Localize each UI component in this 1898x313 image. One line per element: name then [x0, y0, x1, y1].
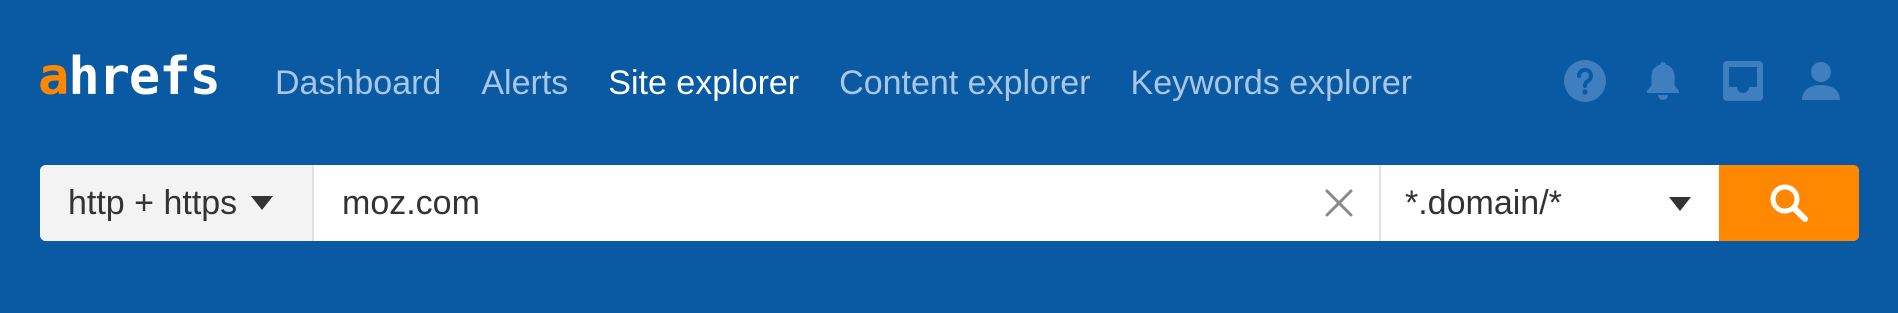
search-icon [1770, 184, 1808, 222]
logo-letters: hrefs [68, 47, 221, 107]
mode-label: *.domain/* [1405, 183, 1562, 222]
target-field [314, 165, 1379, 241]
inbox-icon[interactable] [1720, 58, 1766, 104]
chevron-down-icon [1669, 197, 1691, 211]
top-navigation-bar: a hrefs Dashboard Alerts Site explorer Co… [0, 0, 1898, 160]
protocol-label: http + https [68, 183, 238, 222]
nav-content-explorer[interactable]: Content explorer [839, 64, 1090, 103]
nav-keywords-explorer[interactable]: Keywords explorer [1131, 64, 1413, 103]
protocol-dropdown[interactable]: http + https [40, 165, 314, 241]
ahrefs-logo[interactable]: a hrefs [38, 47, 221, 107]
main-nav: Dashboard Alerts Site explorer Content e… [275, 60, 1452, 106]
logo-letter-a: a [38, 47, 69, 107]
chevron-down-icon [251, 196, 274, 210]
mode-dropdown[interactable]: *.domain/* [1379, 165, 1719, 241]
target-input[interactable] [314, 165, 1304, 241]
bell-icon[interactable] [1640, 58, 1686, 104]
search-bar: http + https *.domain/* [40, 165, 1859, 241]
nav-site-explorer[interactable]: Site explorer [608, 64, 799, 103]
search-button[interactable] [1719, 165, 1859, 241]
user-icon[interactable] [1798, 58, 1844, 104]
clear-icon[interactable] [1319, 183, 1359, 223]
nav-alerts[interactable]: Alerts [481, 64, 568, 103]
help-icon[interactable] [1562, 58, 1608, 104]
nav-dashboard[interactable]: Dashboard [275, 64, 441, 103]
